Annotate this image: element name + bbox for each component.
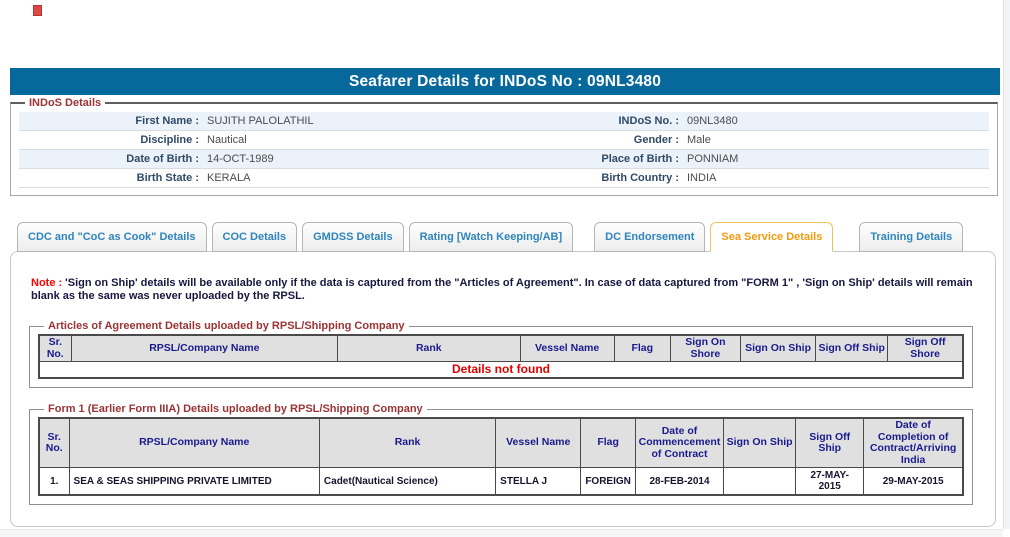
cell-commencement-date: 28-FEB-2014 xyxy=(634,467,725,496)
indos-no-value: 09NL3480 xyxy=(687,115,738,127)
place-of-birth-value: PONNIAM xyxy=(687,153,739,165)
birth-state-label: Birth State : xyxy=(136,172,199,184)
col-date-of-completion: Date of Completion of Contract/Arriving … xyxy=(863,417,964,468)
col-rank: Rank xyxy=(318,417,497,468)
gender-value: Male xyxy=(687,134,711,146)
col-date-of-commencement: Date of Commencement of Contract xyxy=(634,417,725,468)
col-sign-off-shore: Sign Off Shore xyxy=(887,334,964,362)
col-vessel-name: Vessel Name xyxy=(495,417,582,468)
birth-country-value: INDIA xyxy=(687,172,717,184)
form1-legend: Form 1 (Earlier Form IIIA) Details uploa… xyxy=(48,403,423,415)
seafarer-details-page: { "colors": { "titlebar_blue": "#07689B"… xyxy=(0,0,1010,537)
col-sr-no: Sr. No. xyxy=(38,334,72,362)
indos-row: Birth State : KERALA Birth Country : IND… xyxy=(19,169,989,188)
discipline-label: Discipline : xyxy=(140,134,199,146)
gender-label: Gender : xyxy=(633,134,679,146)
place-of-birth-label: Place of Birth : xyxy=(601,153,679,165)
cell-vessel: STELLA J xyxy=(495,467,582,496)
indos-details-legend: INDoS Details xyxy=(29,97,102,109)
cell-sr-no: 1. xyxy=(38,467,70,496)
page-title: Seafarer Details for INDoS No : 09NL3480 xyxy=(10,68,1000,95)
birth-country-label: Birth Country : xyxy=(601,172,679,184)
indos-row: Discipline : Nautical Gender : Male xyxy=(19,131,989,150)
details-not-found-message: Details not found xyxy=(38,361,964,379)
col-sign-off-ship: Sign Off Ship xyxy=(815,334,889,362)
articles-of-agreement-table: Sr. No. RPSL/Company Name Rank Vessel Na… xyxy=(38,334,964,379)
col-rpsl-company-name: RPSL/Company Name xyxy=(70,334,339,362)
col-sign-on-shore: Sign On Shore xyxy=(669,334,741,362)
form1-data-row: 1. SEA & SEAS SHIPPING PRIVATE LIMITED C… xyxy=(38,467,964,496)
first-name-label: First Name : xyxy=(135,115,199,127)
sea-service-details-panel: Note : 'Sign on Ship' details will be ava… xyxy=(10,251,996,527)
details-tab-bar: CDC and "CoC as Cook" Details COC Detail… xyxy=(17,222,968,252)
col-sign-off-ship: Sign Off Ship xyxy=(795,417,865,468)
tab-rating-watch-keeping-ab[interactable]: Rating [Watch Keeping/AB] xyxy=(408,222,574,252)
col-sr-no: Sr. No. xyxy=(38,417,70,468)
form1-header-row: Sr. No. RPSL/Company Name Rank Vessel Na… xyxy=(38,417,964,468)
tab-gmdss-details[interactable]: GMDSS Details xyxy=(302,222,404,252)
note-text: 'Sign on Ship' details will be available… xyxy=(31,277,973,302)
form1-table: Sr. No. RPSL/Company Name Rank Vessel Na… xyxy=(38,417,964,496)
indos-row: Date of Birth : 14-OCT-1989 Place of Bir… xyxy=(19,150,989,169)
articles-of-agreement-legend: Articles of Agreement Details uploaded b… xyxy=(48,320,405,332)
col-rank: Rank xyxy=(337,334,521,362)
horizontal-scrollbar[interactable] xyxy=(0,529,1003,537)
form1-section: Form 1 (Earlier Form IIIA) Details uploa… xyxy=(29,403,973,505)
date-of-birth-value: 14-OCT-1989 xyxy=(207,153,274,165)
indos-row: First Name : SUJITH PALOLATHIL INDoS No.… xyxy=(19,112,989,131)
indos-details-section: INDoS Details First Name : SUJITH PALOLA… xyxy=(10,97,998,196)
articles-header-row: Sr. No. RPSL/Company Name Rank Vessel Na… xyxy=(38,334,964,362)
discipline-value: Nautical xyxy=(207,134,247,146)
tab-dc-endorsement[interactable]: DC Endorsement xyxy=(594,222,706,252)
cell-rank: Cadet(Nautical Science) xyxy=(318,467,497,496)
tab-cdc-coc-as-cook-details[interactable]: CDC and "CoC as Cook" Details xyxy=(17,222,207,252)
vertical-scrollbar[interactable] xyxy=(1003,0,1010,529)
col-sign-on-ship: Sign On Ship xyxy=(723,417,797,468)
tab-training-details[interactable]: Training Details xyxy=(859,222,964,252)
col-flag: Flag xyxy=(613,334,671,362)
birth-state-value: KERALA xyxy=(207,172,251,184)
cell-sign-on-ship xyxy=(723,467,797,496)
first-name-value: SUJITH PALOLATHIL xyxy=(207,115,314,127)
cell-completion-date: 29-MAY-2015 xyxy=(863,467,964,496)
col-sign-on-ship: Sign On Ship xyxy=(739,334,817,362)
date-of-birth-label: Date of Birth : xyxy=(126,153,199,165)
cell-flag: FOREIGN xyxy=(580,467,636,496)
tab-coc-details[interactable]: COC Details xyxy=(211,222,298,252)
sign-on-ship-note: Note : 'Sign on Ship' details will be ava… xyxy=(31,277,979,303)
articles-of-agreement-section: Articles of Agreement Details uploaded b… xyxy=(29,320,973,388)
note-label: Note : xyxy=(31,277,63,289)
col-flag: Flag xyxy=(580,417,636,468)
cell-sign-off-ship: 27-MAY-2015 xyxy=(795,467,865,496)
col-vessel-name: Vessel Name xyxy=(519,334,615,362)
col-rpsl-company-name: RPSL/Company Name xyxy=(68,417,320,468)
articles-empty-row: Details not found xyxy=(38,361,964,379)
tab-sea-service-details[interactable]: Sea Service Details xyxy=(710,222,834,252)
broken-image-icon xyxy=(33,5,42,16)
indos-no-label: INDoS No. : xyxy=(618,115,680,127)
cell-company: SEA & SEAS SHIPPING PRIVATE LIMITED xyxy=(68,467,320,496)
